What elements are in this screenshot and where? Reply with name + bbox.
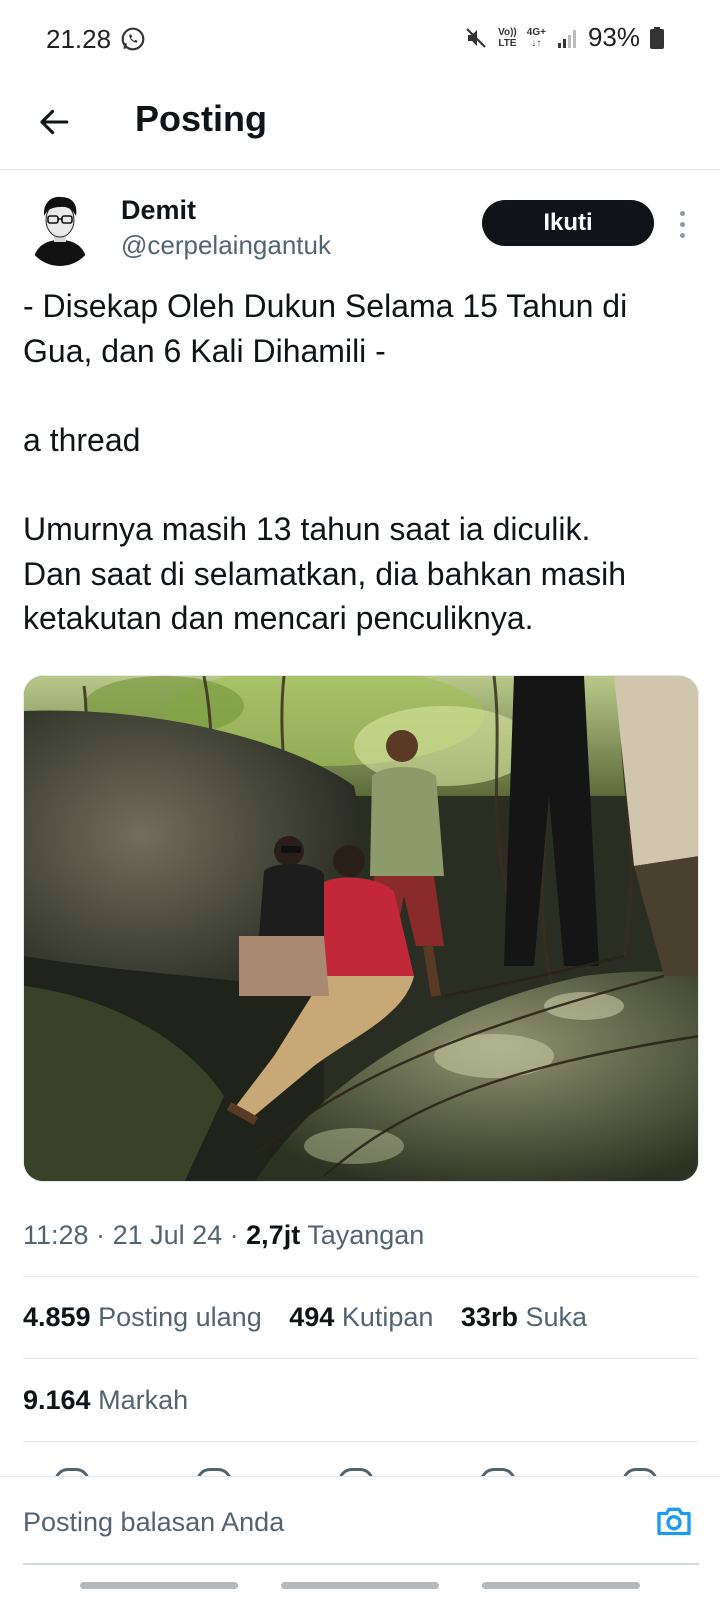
bookmarks-stat[interactable]: 9.164 Markah bbox=[23, 1385, 188, 1416]
volte-indicator: Vo)) LTE bbox=[498, 26, 517, 49]
post-text-line: ketakutan dan mencari penculiknya. bbox=[23, 600, 534, 637]
signal-icon bbox=[557, 29, 576, 48]
reply-icon[interactable] bbox=[54, 1468, 90, 1476]
more-vertical-icon bbox=[679, 210, 685, 216]
reply-underline bbox=[23, 1563, 699, 1565]
page-title: Posting bbox=[135, 98, 267, 139]
post-photo[interactable] bbox=[23, 675, 699, 1182]
action-bar bbox=[0, 1464, 720, 1476]
reposts-stat[interactable]: 4.859 Posting ulang bbox=[23, 1302, 262, 1332]
system-nav-bar bbox=[0, 1580, 720, 1592]
like-icon[interactable] bbox=[338, 1468, 374, 1476]
post-text-line: Gua, dan 6 Kali Dihamili - bbox=[23, 332, 386, 369]
views-label[interactable]: Tayangan bbox=[307, 1220, 424, 1250]
reply-input[interactable] bbox=[23, 1499, 623, 1545]
post-text-line: - Disekap Oleh Dukun Selama 15 Tahun di bbox=[23, 288, 628, 324]
avatar[interactable] bbox=[24, 190, 96, 266]
top-bar: Posting bbox=[0, 78, 720, 170]
post-date: 21 Jul 24 bbox=[112, 1220, 223, 1250]
nav-pill[interactable] bbox=[281, 1582, 439, 1589]
divider bbox=[23, 1441, 699, 1442]
repost-icon[interactable] bbox=[196, 1468, 232, 1476]
post-meta: 11:28 · 21 Jul 24 · 2,7jt Tayangan bbox=[23, 1220, 425, 1250]
divider bbox=[23, 1276, 699, 1277]
likes-stat[interactable]: 33rb Suka bbox=[461, 1302, 587, 1332]
nav-pill[interactable] bbox=[482, 1582, 640, 1589]
post-text-line: a thread bbox=[23, 421, 141, 458]
battery-icon bbox=[650, 26, 664, 49]
camera-icon[interactable] bbox=[654, 1501, 694, 1541]
follow-button[interactable]: Ikuti bbox=[482, 200, 654, 246]
back-button[interactable] bbox=[30, 98, 78, 146]
arrow-left-icon bbox=[40, 109, 69, 135]
status-bar: 21.28 Vo)) LTE 4G+ ↓↑ 93% bbox=[0, 0, 720, 78]
avatar-image bbox=[24, 190, 96, 266]
post-text-line: Umurnya masih 13 tahun saat ia diculik. bbox=[23, 510, 591, 547]
battery-level: 93% bbox=[587, 22, 640, 52]
bookmark-icon[interactable] bbox=[480, 1468, 516, 1476]
more-options-button[interactable] bbox=[672, 204, 692, 244]
engagement-stats: 4.859 Posting ulang 494 Kutipan 33rb Suk… bbox=[23, 1302, 607, 1333]
status-time: 21.28 bbox=[46, 24, 112, 54]
network-indicator: 4G+ ↓↑ bbox=[526, 26, 546, 49]
share-icon[interactable] bbox=[622, 1468, 658, 1476]
divider bbox=[23, 1358, 699, 1359]
post-time: 11:28 bbox=[23, 1220, 89, 1250]
whatsapp-icon bbox=[121, 27, 145, 51]
quotes-stat[interactable]: 494 Kutipan bbox=[289, 1302, 433, 1332]
mute-icon bbox=[466, 27, 486, 48]
cave-photo-image bbox=[24, 676, 698, 1181]
nav-pill[interactable] bbox=[80, 1582, 238, 1589]
post-text: - Disekap Oleh Dukun Selama 15 Tahun di … bbox=[23, 284, 703, 641]
author-row: Demit @cerpelaingantuk Ikuti bbox=[0, 190, 720, 270]
status-indicators: Vo)) LTE 4G+ ↓↑ 93% bbox=[464, 22, 664, 53]
author-name[interactable]: Demit bbox=[121, 195, 196, 226]
author-handle[interactable]: @cerpelaingantuk bbox=[121, 230, 331, 261]
views-count: 2,7jt bbox=[246, 1220, 301, 1250]
post-text-line: Dan saat di selamatkan, dia bahkan masih bbox=[23, 555, 627, 592]
reply-composer bbox=[0, 1476, 720, 1566]
